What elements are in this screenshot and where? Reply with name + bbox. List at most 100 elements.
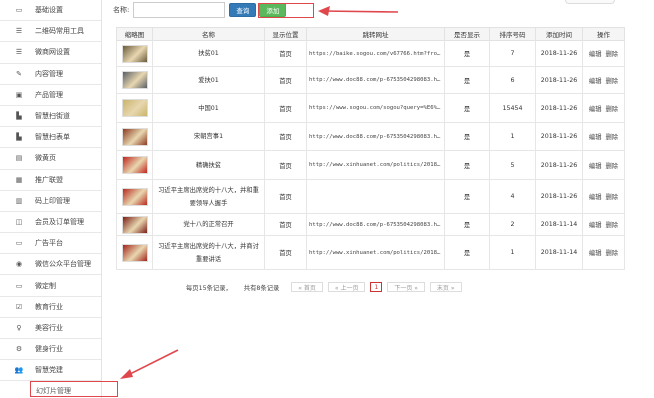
sidebar-item-alliance[interactable]: ▦ 推广联盟 <box>0 170 101 191</box>
col-header-order: 排序号码 <box>489 27 536 41</box>
building-icon: ▙ <box>16 133 22 142</box>
sidebar-item-forms[interactable]: ▙ 智慧扫表单 <box>0 127 101 149</box>
search-button[interactable]: 查询 <box>229 3 257 17</box>
sidebar-subitem-slideshow[interactable]: 幻灯片管理 <box>0 381 101 398</box>
sidebar-item-education[interactable]: ☑ 教育行业 <box>0 297 101 318</box>
sidebar-item-basic-settings[interactable]: ▭ 基础设置 <box>0 0 101 22</box>
pager-next-button[interactable]: 下一页 » <box>387 282 425 292</box>
table-row: 精确扶贫 首页 http://www.xinhuanet.com/politics/… <box>116 150 625 180</box>
edit-link[interactable]: 编辑 <box>589 51 602 58</box>
row-thumbnail-cell <box>116 40 153 67</box>
edit-link[interactable]: 编辑 <box>589 106 602 113</box>
pagination: 每页15条记录， 共有8条记录 « 首页 « 上一页 1 下一页 » 末页 » <box>186 282 467 292</box>
row-thumbnail-cell <box>116 235 153 270</box>
sidebar-item-microsite-settings[interactable]: ☰ 微商网设置 <box>0 42 101 64</box>
delete-link[interactable]: 删除 <box>606 78 619 85</box>
row-name: 习近平主席出席党的十八大，并商讨重要讲话 <box>152 235 265 270</box>
row-position: 首页 <box>264 150 307 180</box>
col-header-thumbnail: 缩略图 <box>116 27 153 41</box>
sidebar-item-products[interactable]: ▣ 产品管理 <box>0 85 101 106</box>
row-actions: 编辑 删除 <box>582 93 625 123</box>
sidebar-item-custom[interactable]: ▭ 微定制 <box>0 275 101 297</box>
row-order: 1 <box>489 235 536 270</box>
row-actions: 编辑 删除 <box>582 179 625 214</box>
edit-link[interactable]: 编辑 <box>589 194 602 201</box>
edit-link[interactable]: 编辑 <box>589 134 602 141</box>
row-actions: 编辑 删除 <box>582 150 625 180</box>
row-thumbnail-cell <box>116 66 153 94</box>
sidebar-item-qrcode-tools[interactable]: ☰ 二维码常用工具 <box>0 21 101 43</box>
list-icon: ☰ <box>15 27 23 36</box>
pager-first-button[interactable]: « 首页 <box>291 282 323 292</box>
database-icon: ◫ <box>15 217 23 226</box>
delete-link[interactable]: 删除 <box>606 106 619 113</box>
search-input[interactable] <box>133 2 226 18</box>
arrow-head-slideshow <box>120 369 133 379</box>
row-name: 党十八的正常召开 <box>152 213 265 236</box>
col-header-show: 是否显示 <box>444 27 490 41</box>
delete-link[interactable]: 删除 <box>606 51 619 58</box>
pager-last-button[interactable]: 末页 » <box>429 282 462 292</box>
row-show: 是 <box>444 66 490 94</box>
table-row: 习近平主席出席党的十八大，并商讨重要讲话 首页 http://www.xinhuan… <box>116 235 625 270</box>
sidebar-item-beauty[interactable]: ♀ 美容行业 <box>0 318 101 339</box>
row-url: https://www.sogou.com/sogou?query=%E6%B8… <box>306 93 445 123</box>
row-position: 首页 <box>264 40 307 67</box>
thumbnail-image <box>121 215 148 234</box>
row-show: 是 <box>444 213 490 236</box>
table-header-row: 缩略图 名称 显示位置 跳转网址 是否显示 排序号码 添加时间 操作 <box>116 27 625 41</box>
monitor-icon: ▭ <box>15 6 23 15</box>
row-url: http://www.doc88.com/p-6753504298083.htm… <box>306 66 445 94</box>
delete-link[interactable]: 删除 <box>606 134 619 141</box>
sidebar-item-ads[interactable]: ▭ 广告平台 <box>0 233 101 255</box>
thumbnail-image <box>121 187 148 206</box>
edit-link[interactable]: 编辑 <box>589 250 602 257</box>
sidebar-item-content[interactable]: ✎ 内容管理 <box>0 64 101 85</box>
delete-link[interactable]: 删除 <box>606 250 619 257</box>
row-show: 是 <box>444 122 490 151</box>
sidebar-item-print[interactable]: ▥ 码上印管理 <box>0 191 101 212</box>
search-bar: 名称: 查询 添加 <box>113 1 289 19</box>
gift-icon: ▦ <box>15 175 23 184</box>
edit-link[interactable]: 编辑 <box>589 222 602 229</box>
edit-link[interactable]: 编辑 <box>589 78 602 85</box>
row-thumbnail-cell <box>116 213 153 236</box>
row-order: 1 <box>489 122 536 151</box>
gears-icon: ⚙ <box>15 345 23 354</box>
row-thumbnail-cell <box>116 150 153 180</box>
row-thumbnail-cell <box>116 93 153 123</box>
row-name: 扶贫01 <box>152 40 265 67</box>
pager-prev-button[interactable]: « 上一页 <box>327 282 366 292</box>
sidebar-item-party-building[interactable]: 👥 智慧党建 <box>0 360 101 382</box>
delete-link[interactable]: 删除 <box>606 194 619 201</box>
thumbnail-image <box>121 156 148 174</box>
delete-link[interactable]: 删除 <box>606 163 619 170</box>
arrow-to-slideshow <box>125 349 179 377</box>
row-show: 是 <box>444 93 490 123</box>
edit-link[interactable]: 编辑 <box>589 163 602 170</box>
row-actions: 编辑 删除 <box>582 66 625 94</box>
table-row: 扶贫01 首页 https://baike.sogou.com/v67766.htm… <box>116 40 625 67</box>
arrow-head-add <box>318 6 330 16</box>
row-date: 2018-11-26 <box>535 179 583 214</box>
barcode-icon: ▥ <box>15 196 23 205</box>
row-date: 2018-11-26 <box>535 40 583 67</box>
slideshow-table: 缩略图 名称 显示位置 跳转网址 是否显示 排序号码 添加时间 操作 扶贫01 首… <box>116 27 625 270</box>
sidebar-item-yellow-pages[interactable]: ▤ 微黄页 <box>0 148 101 170</box>
row-date: 2018-11-26 <box>535 93 583 123</box>
sidebar-item-members-orders[interactable]: ◫ 会员及订单管理 <box>0 212 101 234</box>
add-button[interactable]: 添加 <box>259 3 287 17</box>
row-name: 精确扶贫 <box>152 150 265 180</box>
row-url: http://www.doc88.com/p-6753504298083.htm… <box>306 213 445 236</box>
pager-total: 共有8条记录 <box>243 284 280 292</box>
sidebar-item-wechat[interactable]: ◉ 微信公众平台管理 <box>0 254 101 276</box>
delete-link[interactable]: 删除 <box>606 222 619 229</box>
row-show: 是 <box>444 150 490 180</box>
sidebar-item-fitness[interactable]: ⚙ 健身行业 <box>0 339 101 361</box>
chat-icon: ◉ <box>15 260 23 269</box>
col-header-url: 跳转网址 <box>306 27 445 41</box>
pager-current-page[interactable]: 1 <box>370 282 383 292</box>
sidebar-item-street[interactable]: ▙ 智慧扫街道 <box>0 106 101 128</box>
row-order: 4 <box>489 179 536 214</box>
row-url: http://www.xinhuanet.com/politics/2018-1… <box>306 150 445 180</box>
